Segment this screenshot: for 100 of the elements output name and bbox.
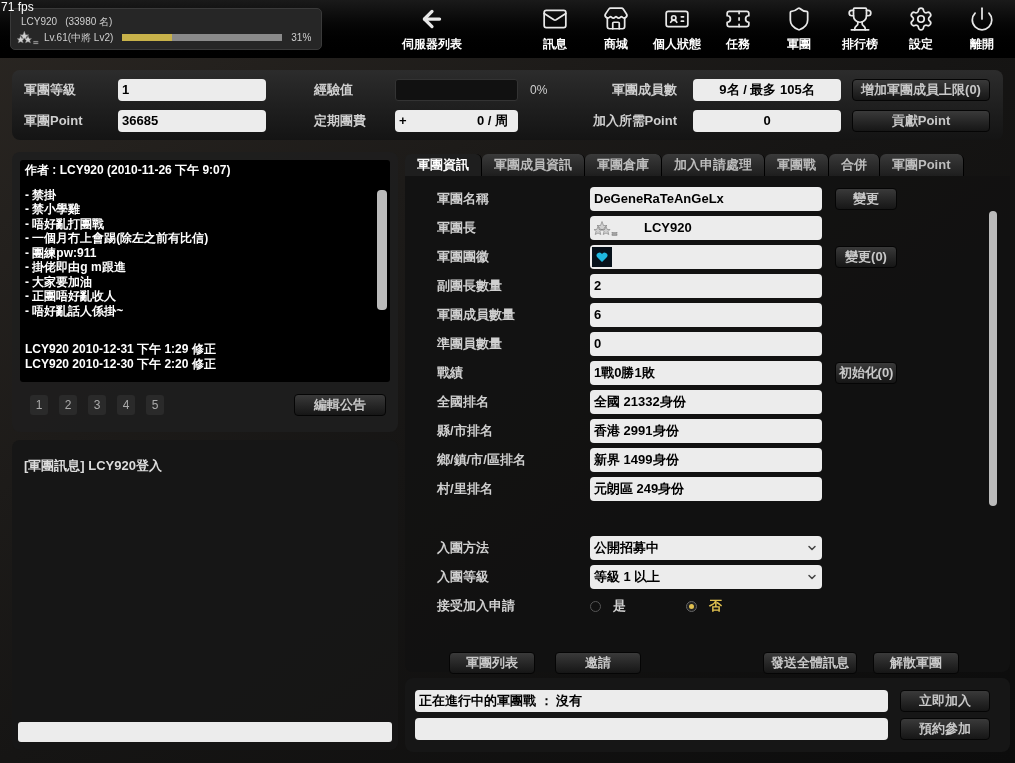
fps-counter: 71 fps	[1, 0, 34, 14]
notice-line: - 唔好亂打團戰	[25, 216, 106, 231]
edit-record: LCY920 2010-12-31 下午 1:29 修正	[25, 342, 217, 357]
notice-line: - 禁小學雞	[25, 202, 82, 217]
field-label: 經驗值	[314, 80, 354, 99]
info-field[interactable]: 元朗區 249身份	[590, 477, 822, 501]
nav-button[interactable]: 訊息	[524, 6, 585, 58]
dropdown[interactable]: 等級 1 以上	[590, 565, 822, 589]
info-field[interactable]: LCY920	[590, 216, 822, 240]
field-label: 戰績	[437, 364, 464, 383]
scrollbar[interactable]	[989, 211, 997, 506]
war-input[interactable]	[415, 718, 888, 740]
page-button[interactable]: 4	[117, 395, 135, 415]
field-label: 村/里排名	[437, 480, 494, 499]
action-button[interactable]: 解散軍團	[873, 652, 959, 674]
nav-button[interactable]: 設定	[890, 6, 951, 58]
tab[interactable]: 軍團Point	[880, 154, 964, 176]
info-field[interactable]: 1戰0勝1敗	[590, 361, 822, 385]
emblem-field[interactable]	[590, 245, 822, 269]
nav-button[interactable]: 排行榜	[829, 6, 890, 58]
player-ranking: (33980 名)	[65, 14, 113, 29]
field-label: 軍團Point	[24, 111, 84, 130]
field-label: 縣/市排名	[437, 422, 494, 441]
fee-field[interactable]: + 0 / 周	[395, 109, 518, 132]
notice-author: 作者 : LCY920 (2010-11-26 下午 9:07)	[25, 163, 232, 178]
tab[interactable]: 軍團資訊	[405, 154, 482, 176]
exp-percent: 31%	[291, 30, 312, 45]
field-label: 軍團等級	[24, 80, 77, 99]
field-label: 定期團費	[314, 111, 367, 130]
info-field[interactable]: 0	[590, 332, 822, 356]
radio-option[interactable]: 否	[686, 596, 782, 616]
page-button[interactable]: 5	[146, 395, 164, 415]
nav-button[interactable]: 個人狀態	[646, 6, 707, 58]
leader-name: LCY920	[644, 219, 692, 238]
field-label: 軍團成員數	[611, 80, 678, 99]
page-button[interactable]: 2	[59, 395, 77, 415]
value-field[interactable]: 36685	[118, 109, 266, 132]
notice-line: - 禁掛	[25, 187, 58, 202]
radio-option[interactable]: 是	[590, 596, 686, 616]
field-label: 軍團名稱	[437, 190, 490, 209]
mail-icon	[541, 6, 568, 32]
page-button[interactable]: 3	[88, 395, 106, 415]
notice-line: - 掛佬即由g m跟進	[25, 260, 127, 275]
reserve-button[interactable]: 預約參加	[900, 718, 990, 740]
experience-percent: 0%	[529, 81, 549, 99]
nav-button[interactable]: 商城	[585, 6, 646, 58]
summary-button[interactable]: 增加軍團成員上限(0)	[852, 78, 990, 101]
field-label: 副團長數量	[437, 277, 503, 296]
action-button[interactable]: 發送全體訊息	[763, 652, 857, 674]
dropdown[interactable]: 公開招募中	[590, 536, 822, 560]
tab[interactable]: 軍團成員資訊	[482, 154, 585, 176]
edit-notice-button[interactable]: 編輯公告	[294, 394, 386, 416]
field-label: 加入所需Point	[591, 111, 678, 130]
war-status-field[interactable]: 正在進行中的軍團戰 ： 沒有	[415, 690, 888, 712]
field-label: 全國排名	[437, 393, 490, 412]
field-label: 入團等級	[437, 568, 490, 587]
tab[interactable]: 軍團戰	[765, 154, 829, 176]
player-name: LCY920	[21, 14, 58, 29]
tab[interactable]: 軍團倉庫	[585, 154, 662, 176]
nav-button[interactable]: 伺服器列表	[392, 6, 472, 58]
field-label: 入團方法	[437, 539, 490, 558]
rank-stars-icon	[17, 29, 39, 45]
info-field[interactable]: 全國 21332身份	[590, 390, 822, 414]
change-button[interactable]: 變更(0)	[835, 246, 897, 268]
chat-message: [軍團訊息] LCY920登入	[24, 457, 163, 475]
tab[interactable]: 加入申請處理	[662, 154, 765, 176]
info-field[interactable]: 2	[590, 274, 822, 298]
field-label: 接受加入申請	[437, 597, 516, 616]
notice-line: - 團練pw:911	[25, 245, 98, 260]
info-field[interactable]: 6	[590, 303, 822, 327]
nav-button[interactable]: 任務	[707, 6, 768, 58]
power-icon	[968, 6, 995, 32]
change-button[interactable]: 變更	[835, 188, 897, 210]
field-label: 軍團長	[437, 219, 477, 238]
nav-button[interactable]: 軍團	[768, 6, 829, 58]
edit-record: LCY920 2010-12-30 下午 2:20 修正	[25, 356, 217, 371]
settings-icon	[907, 6, 934, 32]
rank-stars-icon	[594, 219, 618, 237]
action-button[interactable]: 邀請	[555, 652, 641, 674]
tab[interactable]: 合併	[829, 154, 880, 176]
join-now-button[interactable]: 立即加入	[900, 690, 990, 712]
heart-emblem-icon	[592, 247, 612, 267]
field-label: 軍團成員數量	[437, 306, 516, 325]
player-level: Lv.61(中將 Lv2)	[44, 30, 114, 45]
notice-line: - 一個月冇上會踢(除左之前有比信)	[25, 231, 210, 246]
info-field[interactable]: 香港 2991身份	[590, 419, 822, 443]
scrollbar[interactable]	[377, 190, 387, 310]
notice-line: - 正團唔好亂收人	[25, 289, 118, 304]
value-field[interactable]: 9名 / 最多 105名	[693, 78, 841, 101]
info-field[interactable]: DeGeneRaTeAnGeLx	[590, 187, 822, 211]
summary-button[interactable]: 貢獻Point	[852, 109, 990, 132]
value-field[interactable]: 0	[693, 109, 841, 132]
page-button[interactable]: 1	[30, 395, 48, 415]
chat-input[interactable]	[18, 722, 392, 742]
value-field[interactable]: 1	[118, 78, 266, 101]
change-button[interactable]: 初始化(0)	[835, 362, 897, 384]
action-button[interactable]: 軍團列表	[449, 652, 535, 674]
nav-button[interactable]: 離開	[951, 6, 1012, 58]
info-field[interactable]: 新界 1499身份	[590, 448, 822, 472]
notice-line: - 唔好亂話人係掛~	[25, 303, 125, 318]
